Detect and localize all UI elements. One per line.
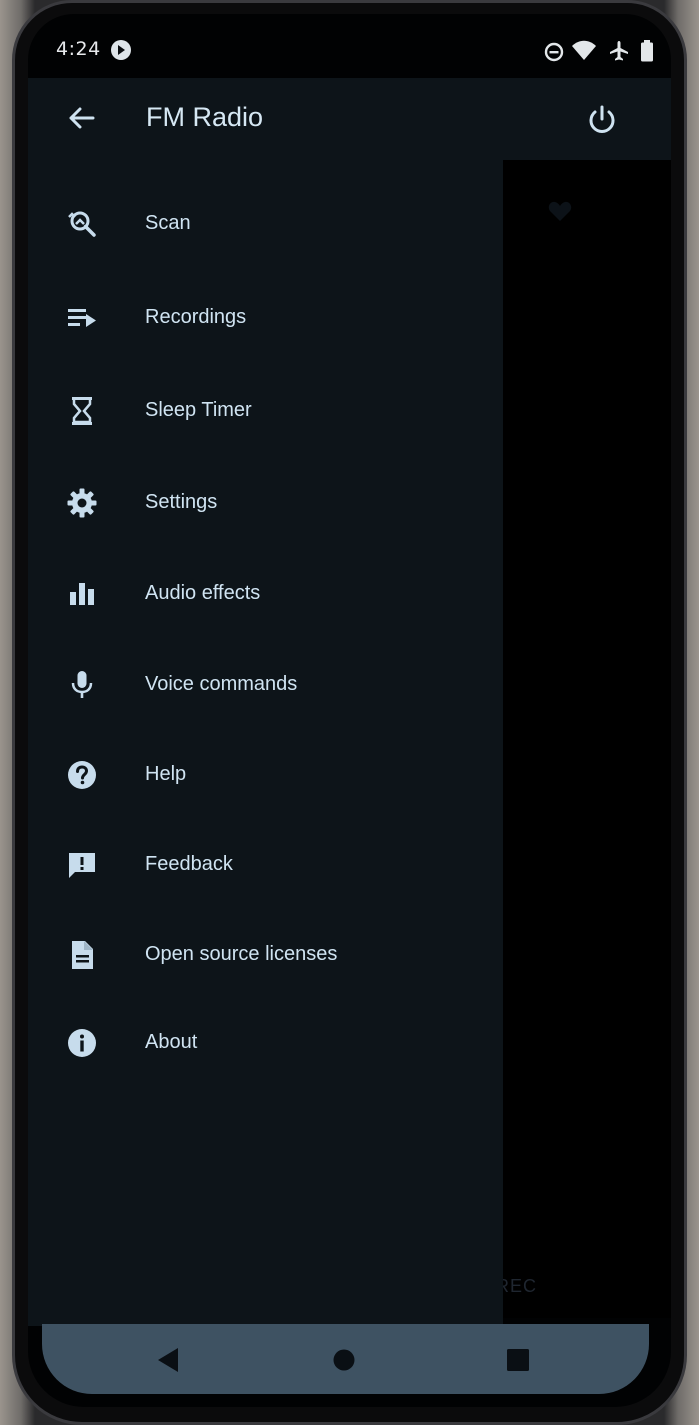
app-title: FM Radio [146,102,264,132]
menu-label-voice-commands: Voice commands [145,673,298,695]
system-navigation-bar [42,1324,649,1394]
nav-home-button[interactable] [330,1346,358,1374]
menu-label-settings: Settings [145,491,218,513]
arrow-back-icon [69,107,95,129]
favorite-icon [548,201,572,221]
menu-label-recordings: Recordings [145,306,247,328]
menu-label-open-source-licenses: Open source licenses [145,943,338,965]
equalizer-icon [66,578,98,610]
menu-item-scan[interactable]: Scan [28,192,503,256]
menu-item-about[interactable]: About [28,1011,503,1075]
wifi-icon [572,40,596,60]
hourglass-icon [66,395,98,427]
airplane-mode-icon [610,41,628,61]
drawer-app-bar: FM Radio [28,78,671,160]
nav-recents-button[interactable] [504,1346,532,1374]
menu-item-recordings[interactable]: Recordings [28,286,503,350]
phone-screen: REC 4:24 FM Radio Scan Recordings Sleep … [28,14,671,1407]
battery-icon [641,40,653,62]
power-icon [589,105,615,133]
menu-item-voice-commands[interactable]: Voice commands [28,653,503,717]
status-bar: 4:24 [28,14,671,78]
document-icon [66,939,98,971]
nav-back-button[interactable] [154,1346,182,1374]
info-icon [66,1027,98,1059]
help-icon [66,759,98,791]
media-icon [111,40,131,60]
status-time: 4:24 [56,38,101,60]
home-circle-icon [333,1349,355,1371]
menu-label-sleep-timer: Sleep Timer [145,399,252,421]
menu-item-feedback[interactable]: Feedback [28,833,503,897]
power-button[interactable] [584,102,620,138]
menu-label-help: Help [145,763,187,785]
navigation-drawer: FM Radio Scan Recordings Sleep Timer Set… [28,78,671,1326]
menu-label-scan: Scan [145,212,191,234]
menu-item-open-source-licenses[interactable]: Open source licenses [28,923,503,987]
phone-frame: REC 4:24 FM Radio Scan Recordings Sleep … [0,0,699,1425]
menu-item-settings[interactable]: Settings [28,471,503,535]
feedback-icon [66,849,98,881]
menu-label-audio-effects: Audio effects [145,582,261,604]
microphone-icon [66,669,98,701]
do-not-disturb-icon [544,42,564,62]
back-button[interactable] [64,100,100,136]
menu-label-feedback: Feedback [145,853,233,875]
gear-icon [66,487,98,519]
menu-label-about: About [145,1031,198,1053]
recents-square-icon [507,1349,529,1371]
back-triangle-icon [158,1348,178,1372]
scan-icon [66,208,98,240]
menu-item-sleep-timer[interactable]: Sleep Timer [28,379,503,443]
recordings-icon [66,302,98,334]
menu-item-audio-effects[interactable]: Audio effects [28,562,503,626]
menu-item-help[interactable]: Help [28,743,503,807]
